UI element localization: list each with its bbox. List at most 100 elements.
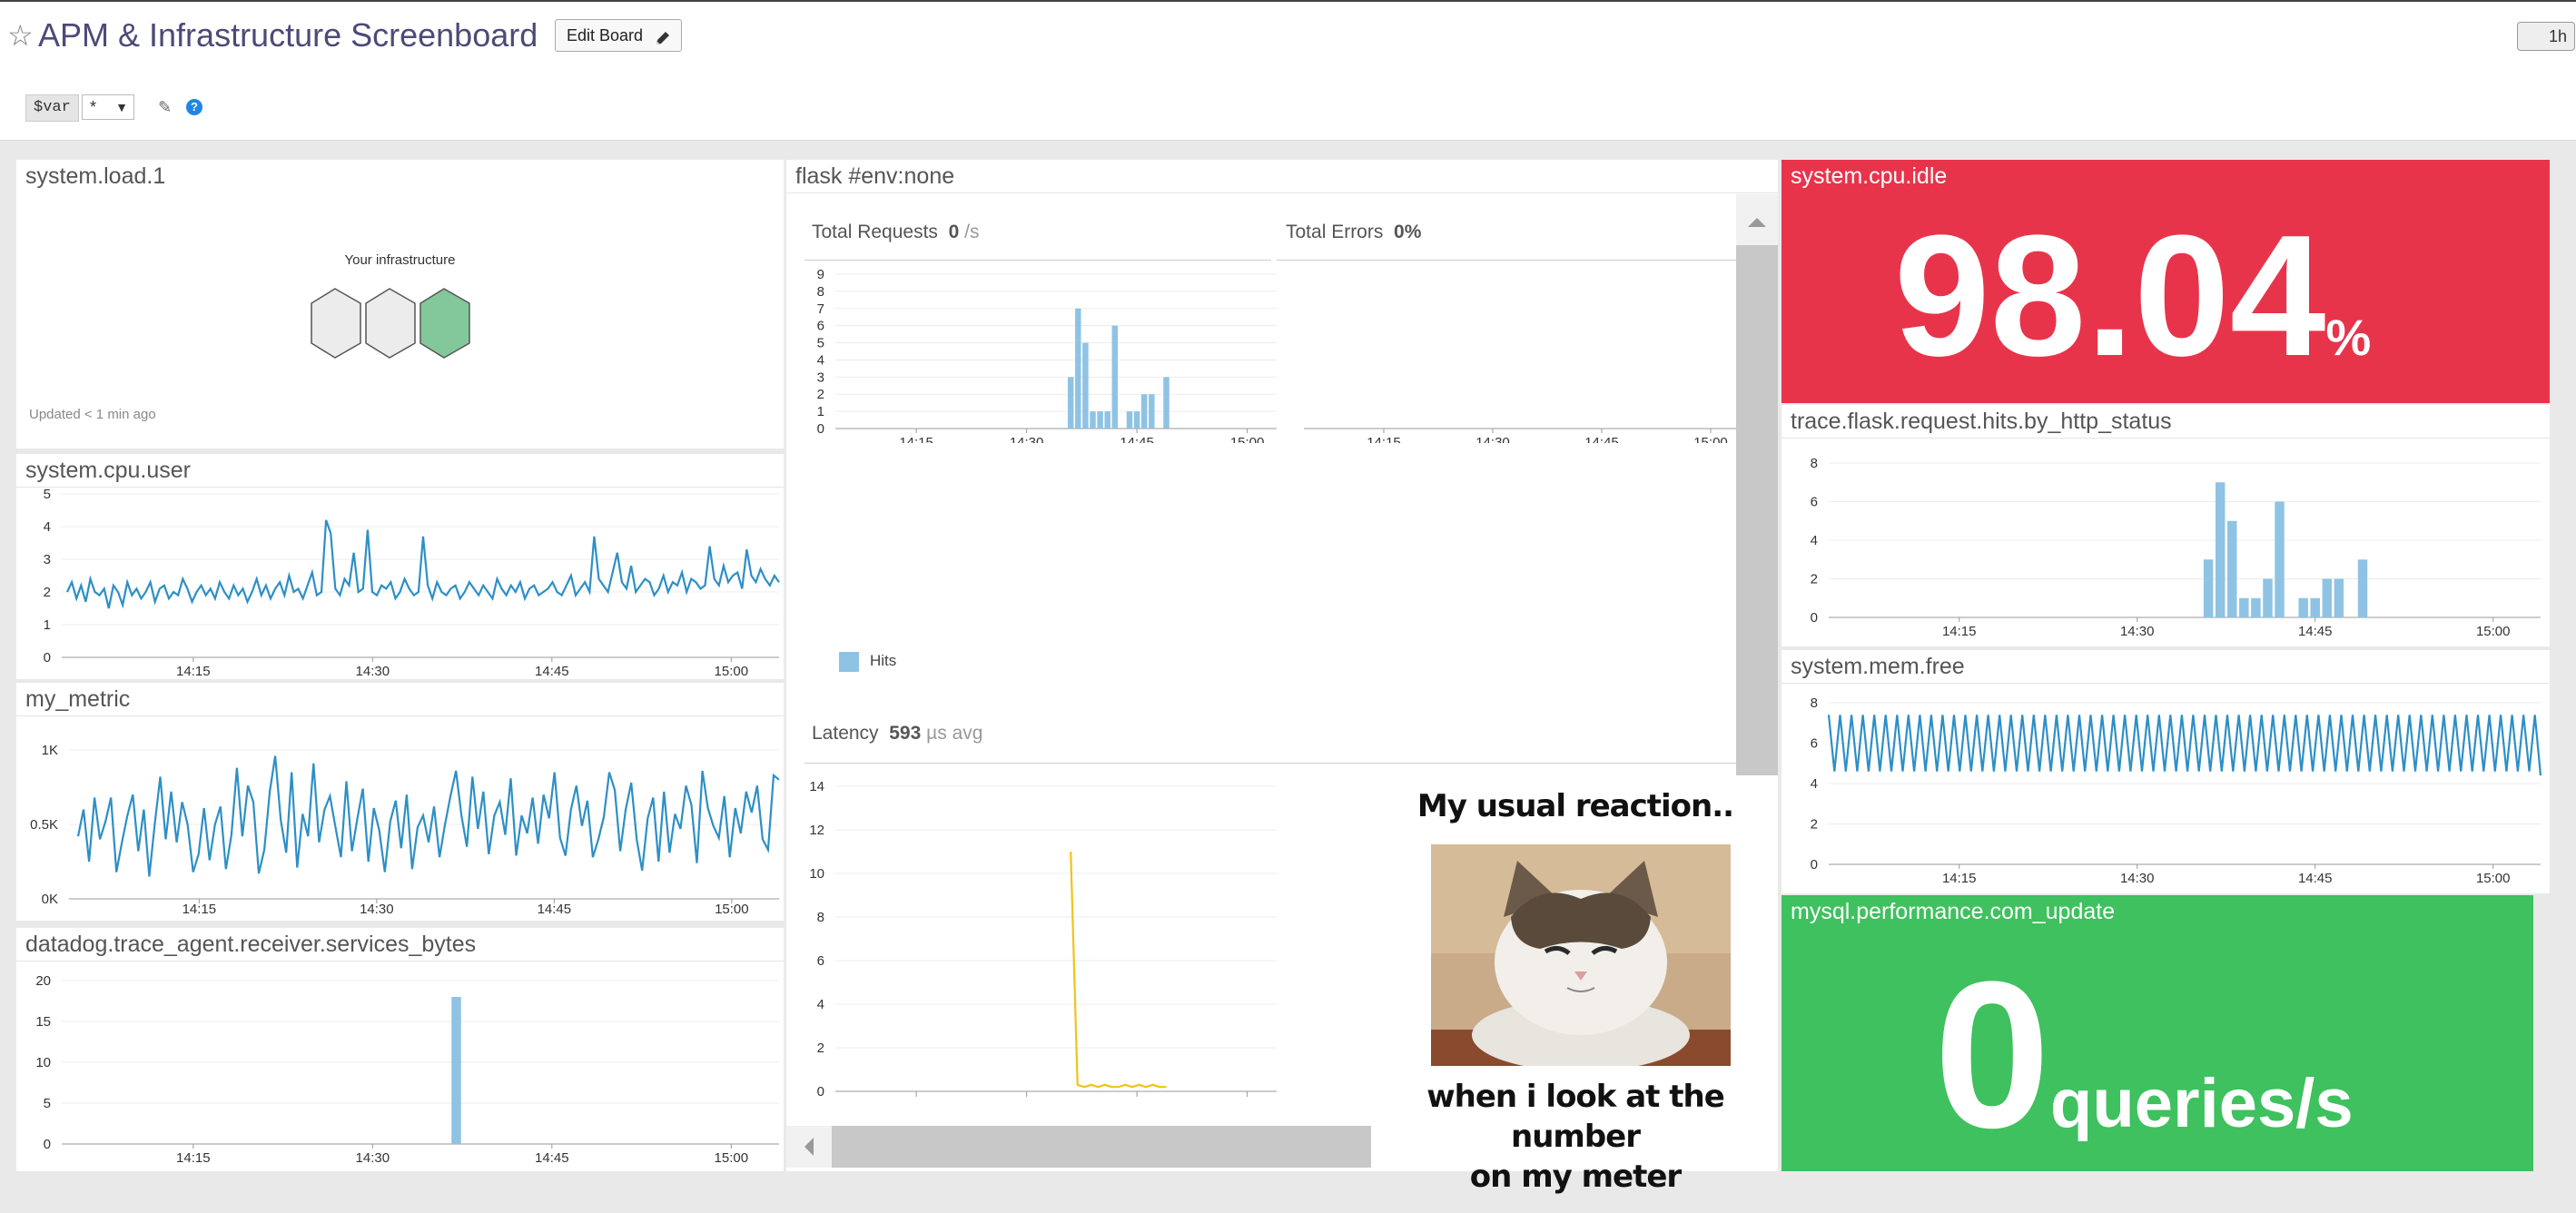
widget-system-mem-free[interactable]: system.mem.free 0 2 4 6 8 14:15 14:30 14:45 15:0…	[1781, 650, 2550, 893]
widget-title: my_metric	[25, 686, 131, 712]
x-tick-label: 14:45	[2298, 871, 2333, 886]
help-icon[interactable]: ?	[186, 99, 202, 115]
widget-title: system.load.1	[25, 163, 166, 189]
edit-board-button[interactable]: Edit Board	[555, 19, 682, 52]
mem-free-chart: 0 2 4 6 8 14:15 14:30 14:45 15:00	[1811, 695, 2542, 886]
meme-bottom-caption: when i look at the number on my meter	[1373, 1077, 1778, 1197]
y-tick-label: 1	[817, 404, 824, 419]
updated-text: Updated < 1 min ago	[29, 407, 156, 422]
meme-top-caption: My usual reaction..	[1416, 788, 1734, 824]
total-requests-value: 0	[948, 222, 960, 242]
bar	[451, 997, 461, 1144]
title-divider	[1781, 683, 2550, 684]
x-tick-label: 14:30	[2120, 871, 2155, 886]
y-tick-label: 3	[44, 552, 51, 567]
series-line	[76, 755, 780, 877]
bar	[1111, 325, 1119, 429]
y-tick-label: 2	[1811, 817, 1818, 833]
widget-title: trace.flask.request.hits.by_http_status	[1791, 409, 2172, 434]
x-tick-label: 15:00	[1693, 435, 1728, 443]
bar	[1075, 308, 1081, 429]
title-divider	[786, 192, 1778, 193]
x-tick-label: 14:15	[176, 664, 211, 679]
bar	[1104, 411, 1110, 429]
hostmap-label: Your infrastructure	[344, 252, 456, 268]
requests-divider	[804, 260, 1271, 261]
meme-bottom-line-1: when i look at the number	[1426, 1079, 1725, 1155]
legend-hits-label: Hits	[870, 652, 897, 669]
y-tick-label: 14	[809, 779, 824, 794]
bar	[1133, 411, 1140, 429]
x-tick-label: 14:30	[356, 664, 390, 679]
y-tick-label: 4	[1811, 776, 1818, 792]
template-variable-value: *	[90, 98, 97, 116]
bar	[2357, 559, 2368, 617]
latency-divider	[804, 763, 1749, 764]
y-tick-label: 6	[817, 953, 824, 969]
series-line	[1827, 715, 2542, 776]
scroll-up-button[interactable]	[1736, 194, 1778, 245]
edit-board-label: Edit Board	[567, 26, 644, 44]
total-errors-chart: 14:15 14:30 14:45 15:00	[1304, 428, 1740, 443]
total-errors-value: 0%	[1394, 222, 1422, 242]
y-tick-label: 2	[1811, 572, 1818, 587]
widget-meme-image[interactable]: My usual reaction.. when i look at the n…	[1373, 781, 1778, 1195]
y-tick-label: 3	[817, 370, 824, 385]
bar	[2298, 597, 2308, 617]
y-tick-label: 6	[817, 319, 824, 334]
horizontal-scrollbar[interactable]	[786, 1126, 1371, 1168]
y-tick-label: 2	[817, 1040, 824, 1056]
x-tick-label: 14:15	[899, 435, 933, 443]
bar	[2239, 597, 2249, 617]
x-tick-label: 15:00	[715, 1150, 749, 1166]
x-tick-label: 14:45	[535, 1150, 569, 1166]
title-divider	[16, 715, 784, 716]
widget-hits-by-status[interactable]: trace.flask.request.hits.by_http_status …	[1781, 405, 2550, 646]
widget-title: datadog.trace_agent.receiver.services_by…	[25, 932, 477, 957]
scroll-left-button[interactable]	[786, 1126, 832, 1168]
meme-bottom-line-2: on my meter	[1469, 1159, 1682, 1195]
y-tick-label: 2	[44, 585, 51, 600]
latency-header: Latency 593 µs avg	[812, 723, 982, 745]
y-tick-label: 7	[817, 301, 824, 317]
widget-my-metric[interactable]: my_metric 0K 0.5K 1K 14:15 14:30 14:45 15:00	[16, 683, 784, 921]
widget-system-cpu-user[interactable]: system.cpu.user 0 1 2 3 4 5 14:15 14:30 14:45 15:…	[16, 454, 784, 679]
x-tick-label: 14:45	[2298, 624, 2333, 639]
y-tick-label: 9	[817, 267, 824, 282]
favorite-star-icon[interactable]: ☆	[7, 18, 34, 53]
pencil-icon	[654, 26, 672, 57]
y-tick-label: 0K	[42, 892, 58, 907]
y-tick-label: 10	[35, 1055, 51, 1070]
x-tick-label: 15:00	[2476, 871, 2511, 886]
bar	[1067, 377, 1074, 429]
widget-mysql-com-update[interactable]: mysql.performance.com_update 0queries/s	[1781, 895, 2533, 1171]
y-tick-label: 0	[1811, 857, 1818, 873]
bar	[2227, 520, 2237, 617]
bar	[2215, 482, 2226, 617]
widget-services-bytes[interactable]: datadog.trace_agent.receiver.services_by…	[16, 928, 784, 1171]
edit-variables-pencil-icon[interactable]: ✎	[158, 98, 172, 117]
x-tick-label: 14:45	[1584, 435, 1619, 443]
vertical-scrollbar[interactable]	[1736, 194, 1778, 775]
widget-system-load[interactable]: system.load.1 Your infrastructure Update…	[16, 160, 784, 449]
bar	[1149, 394, 1155, 429]
host-hexagon[interactable]	[311, 288, 361, 359]
total-errors-label: Total Errors	[1286, 222, 1384, 242]
x-tick-label: 14:15	[176, 1150, 211, 1166]
host-hexagon[interactable]	[365, 288, 416, 359]
cpu-idle-number: 98.04	[1894, 200, 2326, 392]
host-hexagon[interactable]	[419, 288, 470, 359]
title-divider	[16, 961, 784, 962]
bar	[1097, 411, 1103, 429]
x-tick-label: 15:00	[2476, 624, 2511, 639]
x-tick-label: 14:30	[360, 902, 394, 917]
timeframe-button[interactable]: 1h	[2517, 22, 2575, 51]
y-tick-label: 0	[817, 1084, 824, 1100]
x-tick-label: 14:45	[1120, 435, 1154, 443]
board-header: ☆ APM & Infrastructure Screenboard Edit …	[0, 0, 2576, 81]
cat-photo	[1431, 844, 1731, 1066]
y-tick-label: 6	[1811, 495, 1818, 510]
cpu-user-chart: 0 1 2 3 4 5 14:15 14:30 14:45 15:00	[44, 488, 780, 679]
widget-system-cpu-idle[interactable]: system.cpu.idle 98.04%	[1781, 160, 2550, 403]
template-variable-select[interactable]: * ▼	[82, 94, 134, 120]
